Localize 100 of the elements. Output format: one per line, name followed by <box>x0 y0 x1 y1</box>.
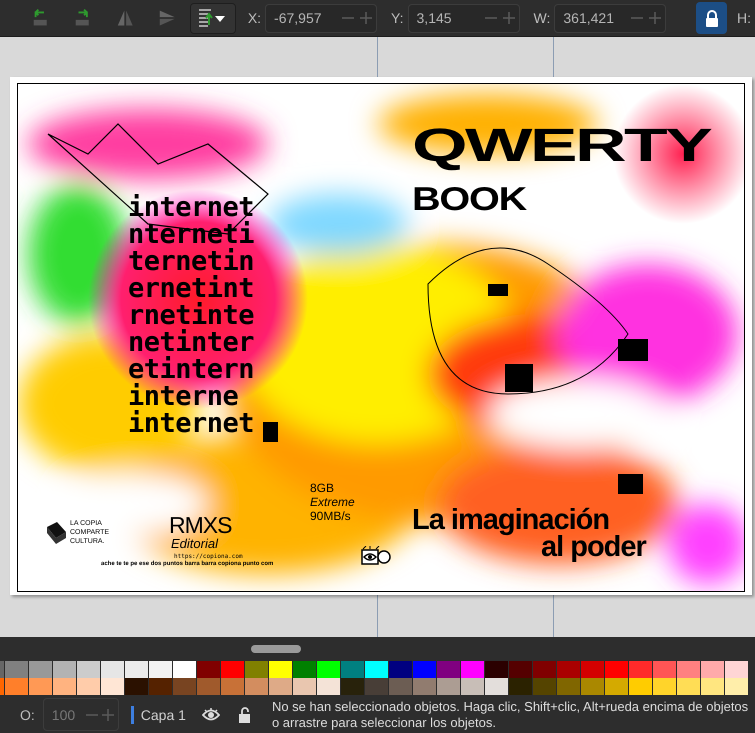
color-swatch[interactable] <box>245 661 268 678</box>
color-swatch[interactable] <box>413 661 436 678</box>
color-swatch[interactable] <box>413 678 436 695</box>
color-swatch[interactable] <box>5 678 28 695</box>
color-swatch[interactable] <box>509 678 532 695</box>
color-swatch[interactable] <box>605 661 628 678</box>
color-swatch[interactable] <box>173 661 196 678</box>
color-swatch[interactable] <box>653 678 676 695</box>
color-swatch[interactable] <box>629 678 652 695</box>
tagline: La imaginación <box>412 506 610 535</box>
color-swatch[interactable] <box>149 661 172 678</box>
eye-logo-icon <box>361 546 391 566</box>
unlock-icon[interactable] <box>238 706 252 722</box>
color-swatch[interactable] <box>341 678 364 695</box>
cover-text-line: internet <box>128 194 254 221</box>
color-swatch[interactable] <box>269 678 292 695</box>
color-swatch[interactable] <box>293 678 316 695</box>
plus-icon[interactable] <box>649 12 662 24</box>
cover-text-line: ternetin <box>128 248 254 275</box>
field-label: H: <box>736 10 751 26</box>
color-swatch[interactable] <box>317 661 340 678</box>
color-swatch[interactable] <box>485 661 508 678</box>
color-swatch[interactable] <box>5 661 28 678</box>
cover-text-line: interne <box>128 383 238 410</box>
color-swatch[interactable] <box>653 661 676 678</box>
color-swatch[interactable] <box>125 678 148 695</box>
color-swatch[interactable] <box>533 661 556 678</box>
book-icon <box>45 521 67 545</box>
color-swatch[interactable] <box>581 678 604 695</box>
plus-icon[interactable] <box>360 12 372 24</box>
field-label: W: <box>534 10 550 26</box>
cover-text-line: ernetint <box>128 275 254 302</box>
color-swatch[interactable] <box>173 678 196 695</box>
publisher-name: Editorial <box>171 537 218 550</box>
color-swatch[interactable] <box>389 661 412 678</box>
color-swatch[interactable] <box>29 661 52 678</box>
color-swatch[interactable] <box>389 678 412 695</box>
color-swatch[interactable] <box>581 661 604 678</box>
color-swatch[interactable] <box>77 678 100 695</box>
cover-text-line: netinter <box>128 329 254 356</box>
color-swatch[interactable] <box>725 661 748 678</box>
cover-text-line: etintern <box>128 356 254 383</box>
cover-text-line: internet <box>128 410 254 437</box>
color-swatch[interactable] <box>341 661 364 678</box>
card-label: 8GB <box>310 481 336 495</box>
color-swatch[interactable] <box>293 661 316 678</box>
cover-text-line: nterneti <box>128 221 254 248</box>
color-swatch[interactable] <box>53 678 76 695</box>
color-swatch[interactable] <box>317 678 340 695</box>
width-field[interactable]: 361,421 <box>554 4 666 32</box>
plus-icon[interactable] <box>502 12 515 24</box>
color-swatch[interactable] <box>485 678 508 695</box>
field-label: X: <box>248 10 262 26</box>
color-swatch[interactable] <box>269 661 292 678</box>
color-swatch[interactable] <box>365 678 388 695</box>
color-swatch[interactable] <box>605 678 628 695</box>
color-swatch[interactable] <box>77 661 100 678</box>
publisher-logo: RMXS <box>169 514 232 537</box>
tagline: al poder <box>541 533 646 562</box>
color-swatch[interactable] <box>149 678 172 695</box>
color-swatch[interactable] <box>677 661 700 678</box>
color-swatch[interactable] <box>677 678 700 695</box>
color-swatch[interactable] <box>245 678 268 695</box>
color-swatch[interactable] <box>557 678 580 695</box>
color-swatch[interactable] <box>461 678 484 695</box>
color-swatch[interactable] <box>125 661 148 678</box>
card-label: 90MB/s <box>310 509 352 523</box>
cover-text-line: rnetinte <box>128 302 254 329</box>
color-swatch[interactable] <box>437 678 460 695</box>
color-swatch[interactable] <box>629 661 652 678</box>
panel-resize-handle[interactable] <box>251 644 301 652</box>
color-swatch[interactable] <box>461 661 484 678</box>
layer-name[interactable]: Capa 1 <box>140 706 186 722</box>
color-swatch[interactable] <box>197 661 220 678</box>
eye-icon[interactable] <box>202 708 220 722</box>
color-swatch[interactable] <box>101 678 124 695</box>
card-label: Extreme <box>310 495 355 509</box>
status-message: No se han seleccionado objetos. Haga clic, Shift+clic, Alt+rueda encima de objetos o arrastre para seleccionar los objetos. <box>272 698 750 730</box>
x-field[interactable]: -67,957 <box>265 4 378 32</box>
field-label: Y: <box>391 10 404 26</box>
book-title: QWERTY <box>412 122 710 169</box>
color-swatch[interactable] <box>725 678 748 695</box>
book-subtitle: BOOK <box>412 182 526 215</box>
color-swatch[interactable] <box>53 661 76 678</box>
lock-button[interactable] <box>696 2 727 34</box>
y-field[interactable]: 3,145 <box>408 4 520 32</box>
color-swatch[interactable] <box>221 661 244 678</box>
align-dropdown-button[interactable] <box>190 2 236 34</box>
color-swatch[interactable] <box>509 661 532 678</box>
color-swatch[interactable] <box>557 661 580 678</box>
color-swatch[interactable] <box>365 661 388 678</box>
color-swatch[interactable] <box>701 678 724 695</box>
color-swatch[interactable] <box>101 661 124 678</box>
color-swatch[interactable] <box>701 661 724 678</box>
color-swatch[interactable] <box>197 678 220 695</box>
color-swatch[interactable] <box>437 661 460 678</box>
color-swatch[interactable] <box>29 678 52 695</box>
lock-icon <box>704 10 719 26</box>
color-swatch[interactable] <box>221 678 244 695</box>
color-swatch[interactable] <box>533 678 556 695</box>
